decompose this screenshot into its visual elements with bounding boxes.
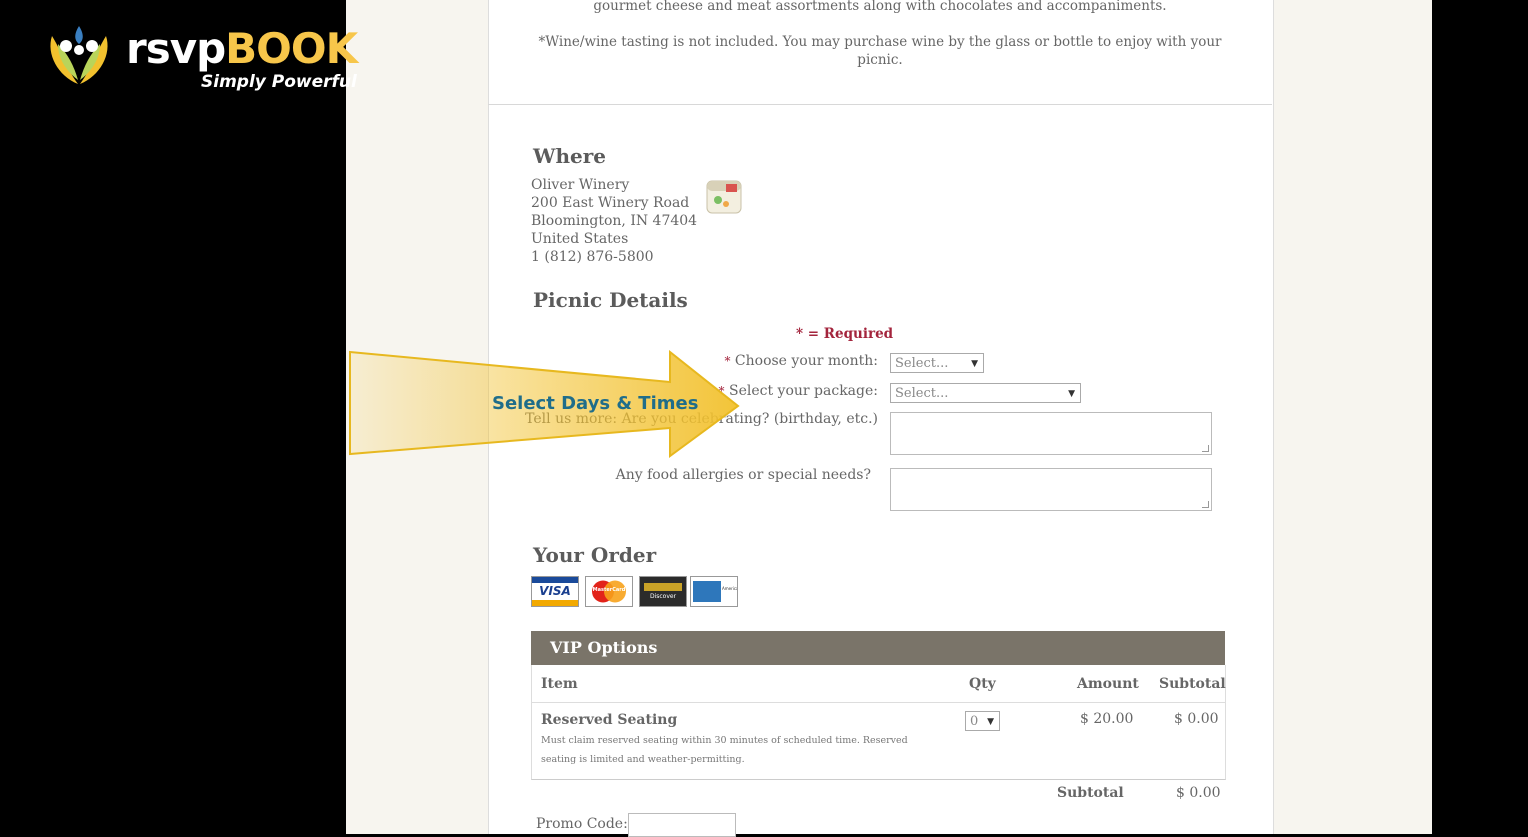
vip-options-header: VIP Options	[531, 631, 1225, 665]
logo-mark-icon	[50, 26, 108, 84]
resize-grip-icon[interactable]	[1202, 445, 1209, 452]
column-item: Item	[541, 676, 578, 692]
item-note-line1: Must claim reserved seating within 30 mi…	[541, 735, 908, 746]
package-label: * Select your package:	[718, 383, 878, 399]
item-subtotal: $ 0.00	[1174, 711, 1219, 727]
dropdown-caret-icon: ▼	[987, 717, 994, 727]
dropdown-caret-icon: ▼	[971, 359, 978, 369]
wine-note-line1: *Wine/wine tasting is not included. You …	[538, 34, 1222, 50]
logo-wordmark: rsvpBOOK	[126, 24, 358, 73]
amex-card-icon: American Express	[690, 576, 738, 607]
mastercard-icon: MasterCard	[585, 576, 633, 607]
allergies-label: Any food allergies or special needs?	[615, 467, 871, 483]
allergies-textarea[interactable]	[890, 468, 1212, 511]
description-text: gourmet cheese and meat assortments alon…	[593, 0, 1167, 14]
qty-select[interactable]: 0 ▼	[965, 711, 1000, 731]
item-amount: $ 20.00	[1080, 711, 1134, 727]
dropdown-caret-icon: ▼	[1068, 389, 1075, 399]
celebrating-textarea[interactable]	[890, 412, 1212, 455]
address-line: United States	[531, 231, 629, 247]
item-name: Reserved Seating	[541, 712, 678, 728]
address-line: 200 East Winery Road	[531, 195, 690, 211]
address-line: Bloomington, IN 47404	[531, 213, 698, 229]
left-black-panel	[0, 0, 346, 834]
required-note: * = Required	[796, 326, 894, 342]
where-heading: Where	[533, 144, 606, 168]
picnic-details-heading: Picnic Details	[533, 288, 688, 312]
column-qty: Qty	[969, 676, 996, 692]
address-line: 1 (812) 876-5800	[531, 249, 654, 265]
column-amount: Amount	[1077, 676, 1139, 692]
tutorial-arrow-label: Select Days & Times	[492, 393, 699, 414]
table-header-divider	[531, 702, 1225, 703]
resize-grip-icon[interactable]	[1202, 501, 1209, 508]
subtotal-value: $ 0.00	[1176, 785, 1221, 801]
subtotal-label: Subtotal	[1057, 785, 1124, 801]
rsvpbook-logo: rsvpBOOK Simply Powerful	[44, 24, 358, 94]
logo-tagline: Simply Powerful	[201, 72, 357, 92]
right-black-panel	[1432, 0, 1528, 834]
month-label: * Choose your month:	[724, 353, 878, 369]
address-line: Oliver Winery	[531, 177, 630, 193]
your-order-heading: Your Order	[533, 543, 657, 567]
promo-code-input[interactable]	[628, 813, 736, 837]
column-subtotal: Subtotal	[1159, 676, 1226, 692]
section-divider	[488, 104, 1272, 105]
wine-note-line2: picnic.	[857, 52, 903, 68]
item-note-line2: seating is limited and weather-permittin…	[541, 754, 745, 765]
month-select[interactable]: Select... ▼	[890, 353, 984, 373]
discover-card-icon: Discover	[639, 576, 687, 607]
package-select[interactable]: Select... ▼	[890, 383, 1081, 403]
visa-card-icon: VISA	[531, 576, 579, 607]
address-block: Oliver Winery 200 East Winery Road Bloom…	[531, 176, 697, 266]
promo-code-label: Promo Code:	[536, 816, 628, 832]
calendar-icon[interactable]	[706, 180, 742, 214]
